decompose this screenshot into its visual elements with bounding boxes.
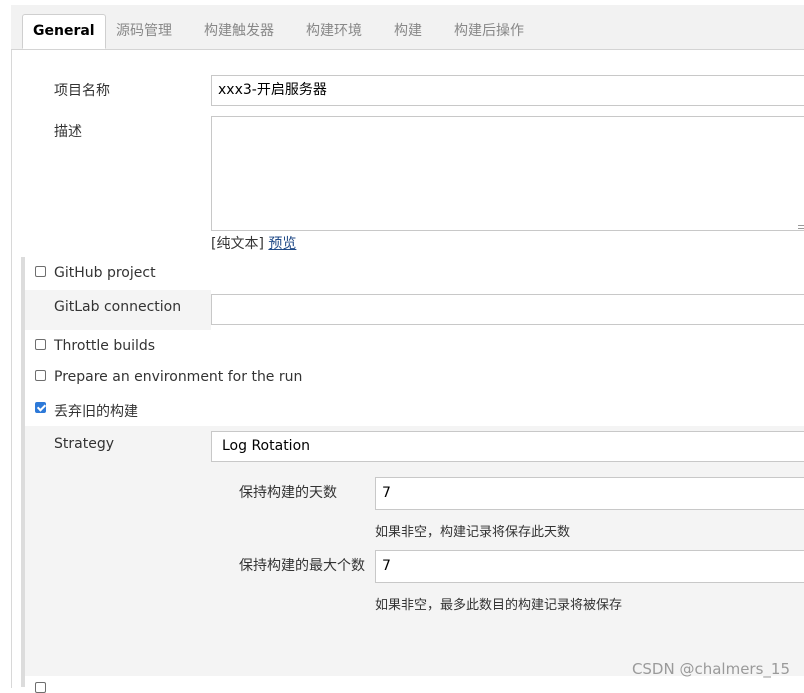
throttle-builds-label: Throttle builds	[54, 338, 156, 354]
github-project-label: GitHub project	[54, 265, 156, 281]
max-builds-input[interactable]: 7	[375, 550, 804, 583]
tab-post-build-actions[interactable]: 构建后操作	[454, 18, 524, 49]
prepare-environment-checkbox[interactable]	[35, 370, 46, 381]
prepare-environment-label: Prepare an environment for the run	[54, 369, 303, 385]
max-builds-hint: 如果非空，最多此数目的构建记录将被保存	[375, 598, 623, 613]
resize-handle-icon[interactable]	[798, 225, 804, 229]
watermark: CSDN @chalmers_15	[631, 660, 790, 678]
project-name-label: 项目名称	[54, 83, 110, 99]
project-name-input[interactable]: xxx3-开启服务器	[211, 75, 804, 106]
github-project-checkbox[interactable]	[35, 266, 46, 277]
description-label: 描述	[54, 124, 82, 140]
discard-old-builds-label: 丢弃旧的构建	[54, 404, 138, 420]
tab-build-triggers[interactable]: 构建触发器	[204, 18, 274, 49]
discard-old-builds-checkbox[interactable]	[35, 402, 46, 413]
description-format-line: [纯文本] 预览	[211, 233, 296, 253]
tab-build-environment[interactable]: 构建环境	[306, 18, 362, 49]
max-builds-label: 保持构建的最大个数	[239, 558, 365, 574]
strategy-select[interactable]: Log Rotation	[211, 431, 804, 462]
gitlab-connection-label: GitLab connection	[54, 299, 182, 315]
tab-build[interactable]: 构建	[394, 18, 422, 49]
days-to-keep-hint: 如果非空，构建记录将保存此天数	[375, 525, 571, 540]
description-textarea[interactable]	[211, 116, 804, 231]
gitlab-connection-input[interactable]	[211, 294, 804, 325]
tab-general[interactable]: General	[22, 14, 106, 49]
preview-link[interactable]: 预览	[268, 236, 296, 252]
days-to-keep-label: 保持构建的天数	[239, 485, 337, 501]
throttle-builds-checkbox[interactable]	[35, 339, 46, 350]
days-to-keep-input[interactable]: 7	[375, 477, 804, 510]
config-tab-bar: General 源码管理 构建触发器 构建环境 构建 构建后操作	[11, 5, 804, 50]
format-label: [纯文本]	[211, 236, 264, 252]
tab-source-code-management[interactable]: 源码管理	[116, 18, 172, 49]
strategy-label: Strategy	[54, 436, 114, 452]
next-option-checkbox[interactable]	[35, 682, 46, 693]
